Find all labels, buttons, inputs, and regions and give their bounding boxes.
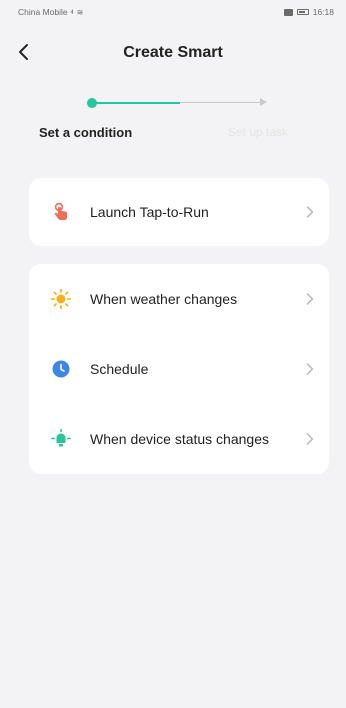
message-icon xyxy=(283,8,293,16)
status-bar: China Mobile ⁴ˡˡ ≋ 16:18 xyxy=(0,0,346,22)
nav-bar: Create Smart xyxy=(0,30,346,74)
page-title: Create Smart xyxy=(123,44,223,61)
status-right: 16:18 xyxy=(283,7,334,17)
step-progress-active xyxy=(92,102,180,104)
item-label: When device status changes xyxy=(90,431,269,447)
chevron-right-icon xyxy=(306,293,314,305)
step-label-set-up-task: Set up task xyxy=(228,125,289,139)
condition-options-card: When weather changes Schedule When devic… xyxy=(29,264,329,474)
item-label: Schedule xyxy=(90,361,149,377)
tap-hand-icon xyxy=(54,202,67,220)
signal-icon: ⁴ˡˡ xyxy=(70,10,73,17)
status-left: China Mobile ⁴ˡˡ ≋ xyxy=(18,7,83,17)
chevron-right-icon xyxy=(306,433,314,445)
tap-to-run-card: Launch Tap-to-Run xyxy=(29,178,329,246)
chevron-right-icon xyxy=(306,363,314,375)
status-time: 16:18 xyxy=(312,7,334,17)
step-current-dot xyxy=(87,98,97,108)
step-progress-inactive xyxy=(180,102,262,103)
list-item-launch-tap-to-run[interactable]: Launch Tap-to-Run xyxy=(29,178,329,246)
battery-icon xyxy=(296,9,309,15)
clock-icon xyxy=(52,360,70,378)
step-label-set-condition: Set a condition xyxy=(39,125,133,140)
sun-icon xyxy=(51,289,71,309)
device-icon xyxy=(51,429,71,447)
stepper: Set a condition Set up task xyxy=(0,92,346,152)
carrier-name: China Mobile xyxy=(18,7,68,17)
list-item-device-status-changes[interactable]: When device status changes xyxy=(29,404,329,474)
item-label: Launch Tap-to-Run xyxy=(90,204,209,220)
step-arrow-icon xyxy=(260,98,267,106)
wifi-icon: ≋ xyxy=(76,8,84,17)
list-item-weather-changes[interactable]: When weather changes xyxy=(29,264,329,334)
chevron-right-icon xyxy=(306,206,314,218)
list-item-schedule[interactable]: Schedule xyxy=(29,334,329,404)
item-label: When weather changes xyxy=(90,291,238,307)
